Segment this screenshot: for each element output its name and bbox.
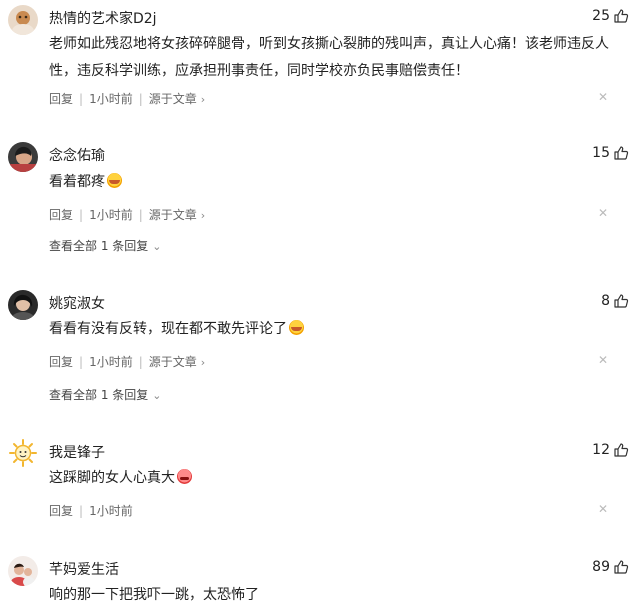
view-all-replies-label: 查看全部 1 条回复 [49,388,149,402]
thumbs-up-icon[interactable] [613,559,629,575]
comment-username[interactable]: 芊妈爱生活 [49,559,119,579]
chevron-down-icon: ⌄ [152,389,162,402]
comment-text: 老师如此残忍地将女孩碎碎腿骨，听到女孩撕心裂肺的残叫声，真让人心痛！该老师违反人… [49,36,609,79]
chevron-down-icon: ⌄ [152,240,162,253]
chevron-right-icon: › [200,209,206,222]
meta-separator: | [79,504,84,518]
reply-button[interactable]: 回复 [49,90,73,107]
view-all-replies-button[interactable]: 查看全部 1 条回复 ⌄ [49,386,161,403]
like-count: 15 [592,145,610,161]
like-count: 12 [592,442,610,458]
close-icon[interactable]: ✕ [598,90,608,104]
comment-text: 看着都疼 [49,169,609,196]
avatar[interactable] [8,556,38,586]
meta-separator: | [138,92,143,106]
comment-username[interactable]: 热情的艺术家D2j [49,8,157,28]
meta-separator: | [79,208,84,222]
close-icon[interactable]: ✕ [598,502,608,516]
like-count: 89 [592,559,610,575]
comment-time: 1小时前 [89,92,133,106]
avatar[interactable] [8,142,38,172]
avatar[interactable] [8,5,38,35]
thumbs-up-icon[interactable] [613,145,629,161]
meta-separator: | [138,355,143,369]
reply-button[interactable]: 回复 [49,353,73,370]
comment-text-content: 这踩脚的女人心真大 [49,470,175,486]
comment-meta: 回复 | 1小时前 [49,502,133,519]
like-count: 25 [592,8,610,24]
close-icon[interactable]: ✕ [598,353,608,367]
chevron-right-icon: › [200,93,206,106]
comment-text: 这踩脚的女人心真大 [49,465,609,492]
avatar[interactable] [8,438,38,468]
like-count: 8 [601,293,610,309]
view-all-replies-label: 查看全部 1 条回复 [49,239,149,253]
chevron-right-icon: › [200,356,206,369]
meta-separator: | [79,92,84,106]
comment-text: 看看有没有反转，现在都不敢先评论了 [49,316,609,343]
comment-username[interactable]: 念念佑瑜 [49,145,105,165]
thumbs-up-icon[interactable] [613,293,629,309]
source-article-link[interactable]: 源于文章 [149,206,197,223]
comment-meta: 回复 | 1小时前 | 源于文章 › [49,206,205,223]
comment-text: 响的那一下把我吓一跳，太恐怖了 [49,587,259,603]
avatar[interactable] [8,290,38,320]
reply-button[interactable]: 回复 [49,206,73,223]
comment-username[interactable]: 姚窕淑女 [49,293,105,313]
crying-laugh-emoji-icon [107,173,122,188]
comment-time: 1小时前 [89,355,133,369]
source-article-link[interactable]: 源于文章 [149,353,197,370]
comment-time: 1小时前 [89,504,133,518]
comment-meta: 回复 | 1小时前 | 源于文章 › [49,353,205,370]
meta-separator: | [79,355,84,369]
crying-laugh-emoji-icon [289,320,304,335]
thumbs-up-icon[interactable] [613,8,629,24]
comment-text-content: 看着都疼 [49,174,105,190]
reply-button[interactable]: 回复 [49,502,73,519]
comment-username[interactable]: 我是锋子 [49,442,105,462]
comment-meta: 回复 | 1小时前 | 源于文章 › [49,90,205,107]
source-article-link[interactable]: 源于文章 [149,90,197,107]
comment-text-content: 看看有没有反转，现在都不敢先评论了 [49,321,287,337]
view-all-replies-button[interactable]: 查看全部 1 条回复 ⌄ [49,237,161,254]
thumbs-up-icon[interactable] [613,442,629,458]
comment-time: 1小时前 [89,208,133,222]
close-icon[interactable]: ✕ [598,206,608,220]
meta-separator: | [138,208,143,222]
angry-face-emoji-icon [177,469,192,484]
